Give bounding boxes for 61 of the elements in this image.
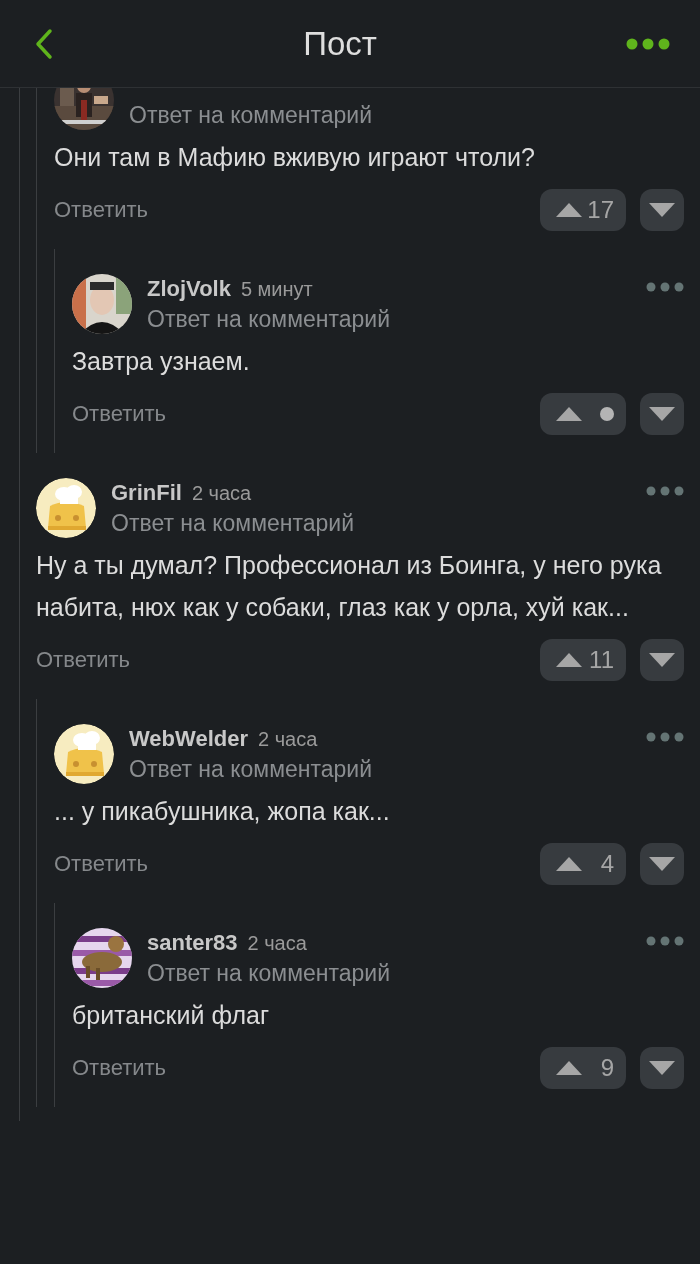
comment-text: ... у пикабушника, жопа как... <box>54 796 391 827</box>
more-icon <box>646 486 684 496</box>
down-arrow-icon <box>649 1061 675 1075</box>
upvote-button[interactable]: 9 <box>540 1047 626 1089</box>
downvote-button[interactable] <box>640 843 684 885</box>
back-icon <box>34 27 54 60</box>
downvote-button[interactable] <box>640 1047 684 1089</box>
reply-link[interactable]: Ответить <box>54 197 540 223</box>
upvote-button[interactable]: 4 <box>540 843 626 885</box>
comment-time: 5 минут <box>240 278 313 301</box>
comment-menu-button[interactable] <box>646 486 684 496</box>
cheese-avatar-icon[interactable] <box>36 478 96 538</box>
comment-menu-button[interactable] <box>646 282 684 292</box>
avatar[interactable] <box>72 928 132 988</box>
up-arrow-icon <box>556 203 582 217</box>
comment-menu-button[interactable] <box>646 936 684 946</box>
down-arrow-icon <box>649 203 675 217</box>
page-title: Пост <box>302 24 378 63</box>
reply-link[interactable]: Ответить <box>72 401 540 427</box>
reply-label: Ответ на комментарий <box>111 510 355 537</box>
comment-text: Ну а ты думал? Профессионал из Боинга, у него рука набита, нюх как у собаки, глаз как у орла, хуй как... <box>36 550 663 623</box>
more-button[interactable] <box>626 37 670 50</box>
downvote-button[interactable] <box>640 639 684 681</box>
comment-time: 2 часа <box>247 932 307 955</box>
reply-label: Ответ на комментарий <box>147 306 391 333</box>
avatar[interactable] <box>54 88 114 130</box>
comment-time: 2 часа <box>191 482 252 505</box>
down-arrow-icon <box>649 857 675 871</box>
down-arrow-icon <box>649 407 675 421</box>
reply-link[interactable]: Ответить <box>72 1055 540 1081</box>
username[interactable]: GrinFil <box>111 480 182 506</box>
downvote-button[interactable] <box>640 393 684 435</box>
avatar[interactable] <box>72 274 132 334</box>
upvote-button[interactable]: 17 <box>540 189 626 231</box>
reply-link[interactable]: Ответить <box>54 851 540 877</box>
comment-menu-button[interactable] <box>646 732 684 742</box>
comment-text: Они там в Мафию вживую играют чтоли? <box>54 142 536 173</box>
username[interactable]: santer83 <box>147 930 238 956</box>
up-arrow-icon <box>556 407 582 421</box>
down-arrow-icon <box>649 653 675 667</box>
upvote-button[interactable] <box>540 393 626 435</box>
username[interactable]: ZlojVolk <box>147 276 231 302</box>
more-icon <box>646 282 684 292</box>
more-icon <box>646 732 684 742</box>
reply-label: Ответ на комментарий <box>147 960 391 987</box>
reply-label: Ответ на комментарий <box>129 756 373 783</box>
upvote-button[interactable]: 11 <box>540 639 626 681</box>
back-button[interactable] <box>34 27 54 60</box>
more-icon <box>626 37 670 50</box>
up-arrow-icon <box>556 653 582 667</box>
up-arrow-icon <box>556 857 582 871</box>
reply-link[interactable]: Ответить <box>36 647 540 673</box>
username[interactable]: WebWelder <box>129 726 248 752</box>
cheese-avatar-icon[interactable] <box>54 724 114 784</box>
comment-text: Завтра узнаем. <box>72 346 251 377</box>
up-arrow-icon <box>556 1061 582 1075</box>
comment-time: 2 часа <box>258 728 318 751</box>
comment-text: британский флаг <box>72 1000 270 1031</box>
more-icon <box>646 936 684 946</box>
downvote-button[interactable] <box>640 189 684 231</box>
reply-label: Ответ на комментарий <box>129 102 373 129</box>
